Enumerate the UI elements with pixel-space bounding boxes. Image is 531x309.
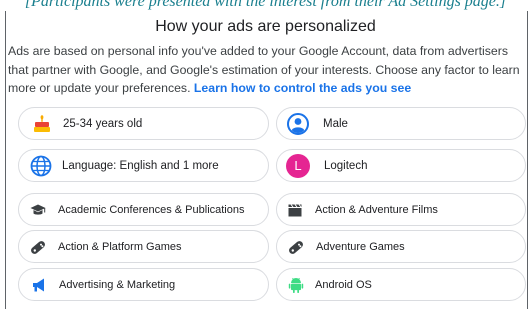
factor-interest-label: Action & Adventure Films [315,203,438,216]
letter-avatar-icon: L [286,153,310,178]
birthday-cake-icon [32,114,52,134]
factor-interest-label: Academic Conferences & Publications [58,203,245,216]
factor-interest-label: Adventure Games [316,240,405,253]
gamepad-icon [29,238,47,256]
clapperboard-icon [287,202,303,218]
factor-interest-label: Android OS [315,278,372,291]
megaphone-icon [30,276,48,294]
factor-age[interactable]: 25-34 years old [18,107,269,140]
factor-language-label: Language: English and 1 more [62,159,219,172]
globe-icon [30,155,52,177]
learn-more-link[interactable]: Learn how to control the ads you see [194,81,411,95]
graduation-cap-icon [30,202,46,218]
factor-age-label: 25-34 years old [63,117,143,130]
page-title: How your ads are personalized [155,18,376,35]
factor-interest-label: Advertising & Marketing [59,278,176,291]
factor-language[interactable]: Language: English and 1 more [18,149,269,182]
factor-brand-label: Logitech [324,159,368,172]
factor-interest[interactable]: Advertising & Marketing [18,268,269,301]
person-icon [287,112,309,135]
android-icon [288,276,304,294]
page-description: Ads are based on personal info you've ad… [8,42,526,98]
factor-interest[interactable]: Adventure Games [276,230,526,263]
factor-interest-label: Action & Platform Games [58,240,182,253]
figure-caption: [Participants were presented with the in… [24,0,507,10]
factor-interest[interactable]: Android OS [276,268,526,301]
factor-interest[interactable]: Action & Adventure Films [276,193,526,226]
factor-interest[interactable]: Academic Conferences & Publications [18,193,269,226]
factor-gender-label: Male [323,117,348,130]
gamepad-icon [287,238,305,256]
factor-interest[interactable]: Action & Platform Games [18,230,269,263]
factor-gender[interactable]: Male [276,107,526,140]
factor-brand[interactable]: L Logitech [276,149,526,182]
